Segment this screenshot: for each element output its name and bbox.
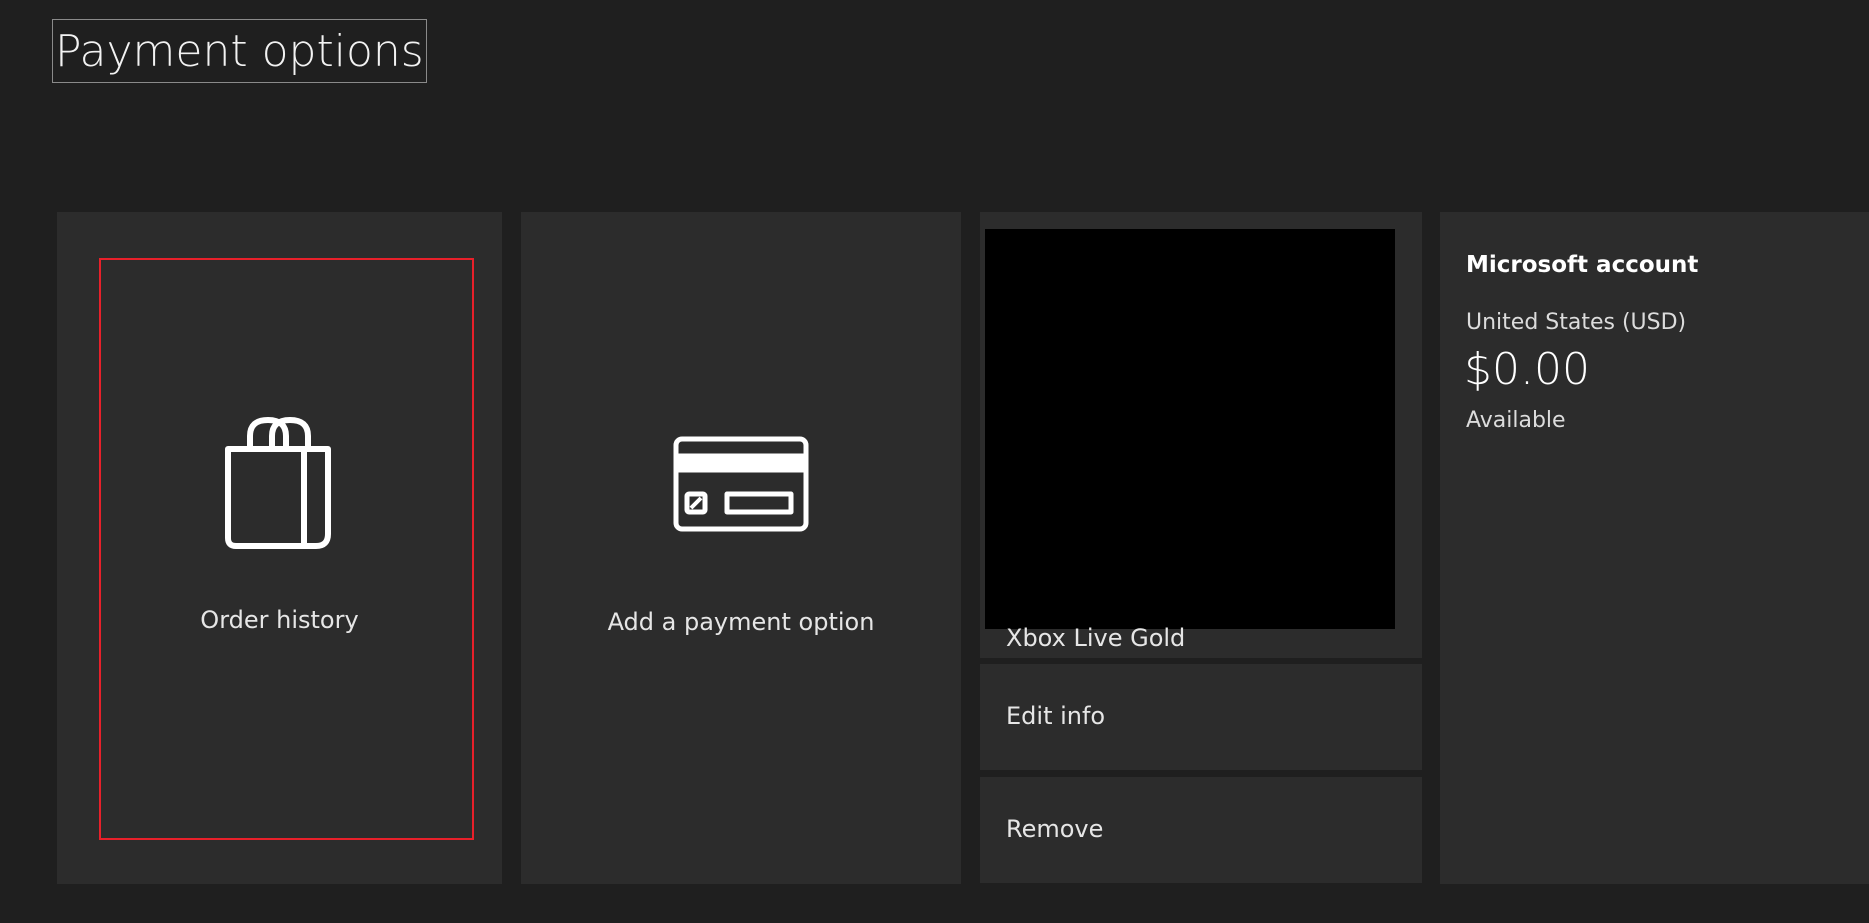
account-region: United States (USD)	[1466, 310, 1687, 335]
card-image	[985, 229, 1395, 629]
account-balance-status: Available	[1466, 408, 1566, 433]
payment-options-screen: Payment options Order history Add a paym…	[0, 0, 1869, 923]
account-balance: $0.00	[1464, 344, 1590, 395]
order-history-label: Order history	[200, 606, 359, 634]
order-history-tile[interactable]: Order history	[57, 212, 502, 884]
payment-method-name: Xbox Live Gold	[1006, 624, 1186, 652]
remove-button[interactable]: Remove	[980, 777, 1422, 883]
payment-method-tile[interactable]: Xbox Live Gold	[980, 212, 1422, 658]
microsoft-account-tile[interactable]: Microsoft account United States (USD) $0…	[1440, 212, 1869, 884]
page-title: Payment options	[52, 19, 427, 83]
add-payment-option-tile[interactable]: Add a payment option	[521, 212, 961, 884]
remove-label: Remove	[1006, 815, 1104, 843]
account-title: Microsoft account	[1466, 252, 1699, 278]
shopping-bag-icon	[220, 416, 340, 556]
edit-info-button[interactable]: Edit info	[980, 664, 1422, 770]
add-payment-option-label: Add a payment option	[607, 608, 875, 636]
credit-card-icon	[673, 436, 809, 536]
edit-info-label: Edit info	[1006, 702, 1106, 730]
